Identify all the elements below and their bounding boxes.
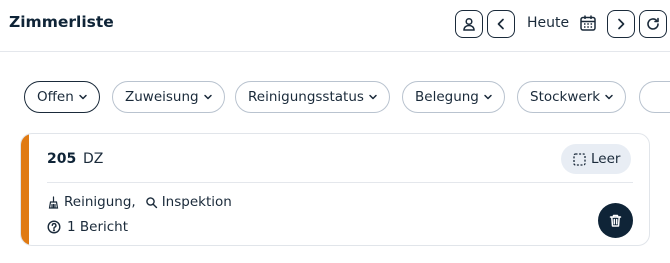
room-type: DZ: [83, 151, 104, 167]
status-accent-bar: [21, 134, 29, 245]
trash-icon: [609, 214, 622, 227]
dashed-square-icon: [573, 152, 586, 166]
filter-bar: Offen Zuweisung Reinigungsstatus Belegun…: [0, 52, 670, 128]
previous-day-button[interactable]: [487, 10, 515, 38]
room-number: 205: [47, 151, 77, 167]
task-list: Reinigung, Inspektion: [47, 194, 232, 210]
today-label[interactable]: Heute: [527, 15, 569, 31]
filter-stockwerk[interactable]: Stockwerk: [517, 81, 627, 113]
report-count-label: 1 Bericht: [67, 219, 129, 235]
broom-icon: [48, 195, 59, 209]
calendar-icon[interactable]: [579, 14, 597, 32]
chevron-down-icon: [605, 94, 613, 100]
filter-label: Offen: [37, 89, 74, 105]
refresh-icon: [647, 17, 659, 30]
filter-reinigungsstatus[interactable]: Reinigungsstatus: [235, 81, 390, 113]
task-inspection-label: Inspektion: [161, 194, 232, 210]
user-button[interactable]: [455, 10, 483, 38]
room-card[interactable]: 205 DZ Leer Reinigung, Inspektion 1 Beri…: [20, 133, 650, 246]
filter-belegung[interactable]: Belegung: [402, 81, 505, 113]
page-title: Zimmerliste: [9, 13, 114, 31]
chevron-down-icon: [484, 94, 492, 100]
filter-label: Zuweisung: [125, 89, 199, 105]
help-circle-icon: [47, 220, 61, 234]
chevron-right-icon: [618, 18, 625, 30]
search-icon: [145, 196, 157, 208]
report-count[interactable]: 1 Bericht: [47, 219, 128, 235]
task-cleaning: Reinigung,: [47, 194, 136, 210]
status-badge-label: Leer: [591, 151, 621, 167]
chevron-left-icon: [497, 18, 504, 30]
user-icon: [463, 17, 475, 31]
delete-button[interactable]: [598, 203, 633, 238]
divider: [47, 182, 633, 183]
refresh-button[interactable]: [639, 10, 667, 38]
filter-label: Reinigungsstatus: [248, 89, 364, 105]
filter-offen[interactable]: Offen: [24, 81, 100, 113]
task-inspection: Inspektion: [145, 194, 232, 210]
header: Zimmerliste Heute: [0, 0, 670, 52]
chevron-down-icon: [203, 94, 212, 100]
filter-more[interactable]: [639, 81, 670, 113]
next-day-button[interactable]: [607, 10, 635, 38]
status-badge: Leer: [561, 144, 632, 174]
chevron-down-icon: [369, 94, 377, 100]
filter-label: Stockwerk: [530, 89, 601, 105]
task-cleaning-label: Reinigung,: [64, 194, 136, 210]
filter-label: Belegung: [415, 89, 479, 105]
chevron-down-icon: [79, 94, 87, 100]
filter-zuweisung[interactable]: Zuweisung: [112, 81, 225, 113]
